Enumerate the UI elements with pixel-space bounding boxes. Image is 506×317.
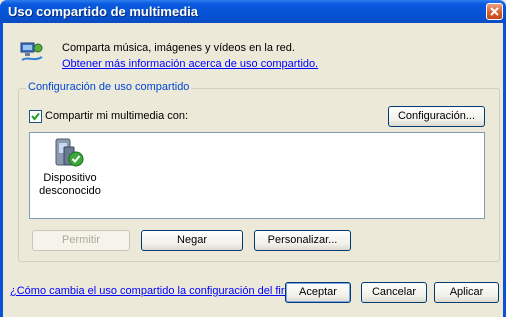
deny-button[interactable]: Negar <box>141 230 243 251</box>
allow-button[interactable]: Permitir <box>32 230 130 251</box>
sharing-settings-group-label: Configuración de uso compartido <box>26 81 192 93</box>
cancel-button[interactable]: Cancelar <box>361 282 427 303</box>
close-icon <box>490 7 499 16</box>
media-sharing-icon <box>20 42 43 61</box>
media-device-icon[interactable] <box>50 137 86 169</box>
title-bar[interactable]: Uso compartido de multimedia <box>0 0 506 23</box>
window-title: Uso compartido de multimedia <box>8 4 198 19</box>
learn-more-link[interactable]: Obtener más información acerca de uso co… <box>62 58 318 70</box>
ok-button[interactable]: Aceptar <box>285 282 351 303</box>
checkmark-icon <box>31 112 40 121</box>
settings-button[interactable]: Configuración... <box>388 106 485 127</box>
share-media-label[interactable]: Compartir mi multimedia con: <box>45 110 188 122</box>
firewall-info-link[interactable]: ¿Cómo cambia el uso compartido la config… <box>10 285 316 297</box>
customize-button[interactable]: Personalizar... <box>254 230 351 251</box>
share-media-checkbox[interactable] <box>29 110 42 123</box>
info-description: Comparta música, imágenes y vídeos en la… <box>62 42 295 54</box>
close-button[interactable] <box>486 3 503 20</box>
device-label[interactable]: Dispositivo desconocido <box>28 172 112 198</box>
apply-button[interactable]: Aplicar <box>434 282 499 303</box>
